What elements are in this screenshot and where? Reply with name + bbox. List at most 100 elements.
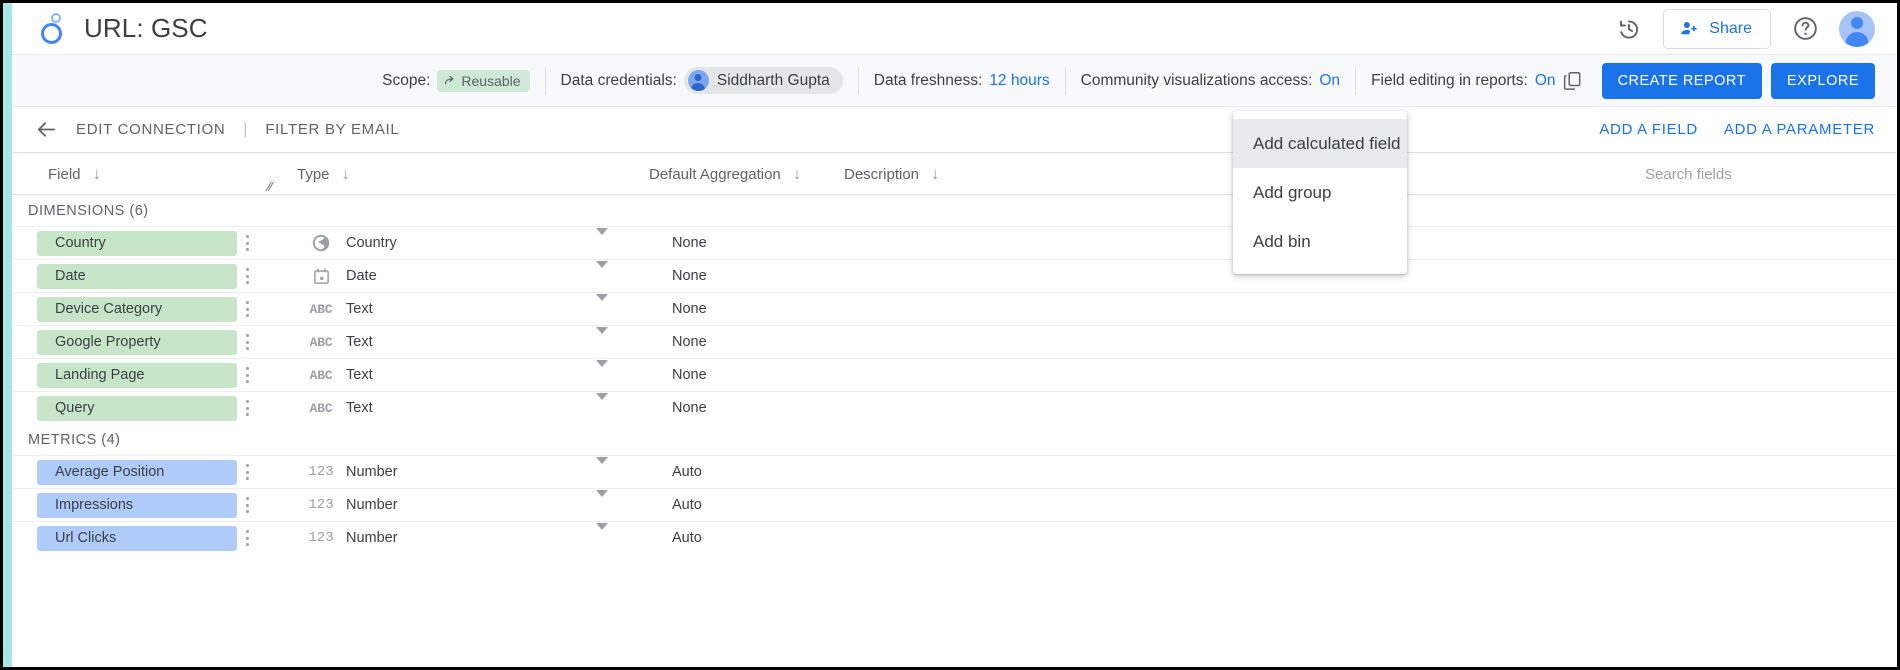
field-editing-value[interactable]: On	[1535, 72, 1556, 90]
globe-icon	[309, 231, 333, 255]
field-type-dropdown-icon[interactable]	[596, 393, 612, 417]
field-type-label: Text	[346, 400, 373, 416]
scope-chip[interactable]: Reusable	[437, 69, 530, 92]
field-type-dropdown-icon[interactable]	[596, 523, 612, 547]
default-aggregation-value[interactable]: None	[672, 301, 707, 317]
row-more-options-icon[interactable]	[240, 365, 254, 385]
header-actions: Share	[1609, 8, 1875, 49]
back-arrow-icon[interactable]	[34, 118, 58, 142]
field-name-chip[interactable]: Query	[37, 395, 237, 421]
connection-info-bar: Scope: Reusable Data credentials: Siddha…	[12, 55, 1897, 107]
table-row[interactable]: Google Property ABC Text None	[12, 325, 1897, 358]
field-action-bar: EDIT CONNECTION | FILTER BY EMAIL ADD A …	[12, 107, 1897, 153]
data-freshness-info: Data freshness: 12 hours	[859, 66, 1066, 95]
column-header-default-aggregation[interactable]: Default Aggregation ↓	[649, 153, 801, 195]
data-credentials-chip[interactable]: Siddharth Gupta	[683, 67, 843, 94]
field-type-label: Number	[346, 530, 398, 546]
explore-button[interactable]: EXPLORE	[1771, 62, 1875, 99]
field-name-chip[interactable]: Average Position	[37, 459, 237, 485]
default-aggregation-value[interactable]: None	[672, 400, 707, 416]
field-type-dropdown-icon[interactable]	[596, 228, 612, 252]
table-row[interactable]: Device Category ABC Text None	[12, 292, 1897, 325]
row-more-options-icon[interactable]	[240, 528, 254, 548]
number-123-icon: 123	[308, 497, 334, 513]
menu-item-add-bin[interactable]: Add bin	[1233, 217, 1407, 266]
row-more-options-icon[interactable]	[240, 332, 254, 352]
column-header-field[interactable]: Field ↓	[48, 153, 101, 195]
share-button[interactable]: Share	[1663, 8, 1771, 49]
copy-icon[interactable]	[1562, 70, 1593, 91]
section-label: METRICS (4)	[28, 431, 121, 448]
field-add-actions: ADD A FIELD ADD A PARAMETER	[1599, 121, 1875, 138]
search-input[interactable]	[1645, 165, 1875, 183]
row-more-options-icon[interactable]	[240, 398, 254, 418]
version-history-icon[interactable]	[1609, 9, 1649, 49]
row-more-options-icon[interactable]	[240, 266, 254, 286]
column-header-type[interactable]: Type ↓	[297, 153, 350, 195]
row-more-options-icon[interactable]	[240, 299, 254, 319]
table-row[interactable]: Url Clicks 123 Number Auto	[12, 521, 1897, 554]
default-aggregation-value[interactable]: None	[672, 367, 707, 383]
field-name-chip[interactable]: Date	[37, 263, 237, 289]
menu-item-add-group[interactable]: Add group	[1233, 168, 1407, 217]
table-row[interactable]: Landing Page ABC Text None	[12, 358, 1897, 391]
add-a-parameter-button[interactable]: ADD A PARAMETER	[1724, 121, 1875, 138]
table-row[interactable]: Impressions 123 Number Auto	[12, 488, 1897, 521]
field-editing-label: Field editing in reports:	[1371, 71, 1528, 89]
column-label: Field	[48, 165, 81, 183]
community-viz-value[interactable]: On	[1319, 72, 1340, 90]
field-type-dropdown-icon[interactable]	[596, 360, 612, 384]
left-accent-stripe	[3, 3, 12, 667]
field-name-chip[interactable]: Device Category	[37, 296, 237, 322]
default-aggregation-value[interactable]: Auto	[672, 497, 702, 513]
calendar-icon	[309, 264, 333, 288]
default-aggregation-value[interactable]: None	[672, 235, 707, 251]
edit-connection-button[interactable]: EDIT CONNECTION	[76, 121, 225, 138]
column-header-description[interactable]: Description ↓	[844, 153, 940, 195]
field-name-chip[interactable]: Landing Page	[37, 362, 237, 388]
default-aggregation-value[interactable]: None	[672, 268, 707, 284]
field-type-dropdown-icon[interactable]	[596, 261, 612, 285]
help-circle-icon[interactable]	[1785, 9, 1825, 49]
field-name-chip[interactable]: Url Clicks	[37, 525, 237, 551]
field-name-chip[interactable]: Google Property	[37, 329, 237, 355]
abc-text-icon: ABC	[309, 334, 333, 350]
fields-table-header: Field ↓ ⁄⁄ Type ↓ Default Aggregation ↓ …	[12, 153, 1897, 195]
add-a-field-button[interactable]: ADD A FIELD	[1599, 121, 1698, 138]
table-row[interactable]: Date Date None	[12, 259, 1897, 292]
scope-info: Scope: Reusable	[367, 66, 546, 95]
abc-text-icon: ABC	[309, 367, 333, 383]
create-report-button[interactable]: CREATE REPORT	[1601, 62, 1762, 99]
table-row[interactable]: Average Position 123 Number Auto	[12, 455, 1897, 488]
field-type-dropdown-icon[interactable]	[596, 490, 612, 514]
default-aggregation-value[interactable]: None	[672, 334, 707, 350]
avatar[interactable]	[1839, 10, 1875, 47]
column-resize-icon[interactable]: ⁄⁄	[268, 179, 272, 194]
field-name-chip[interactable]: Country	[37, 230, 237, 256]
data-credentials-label: Data credentials:	[560, 71, 677, 89]
field-type-dropdown-icon[interactable]	[596, 327, 612, 351]
field-name-chip[interactable]: Impressions	[37, 492, 237, 518]
row-more-options-icon[interactable]	[240, 462, 254, 482]
filter-by-email-button[interactable]: FILTER BY EMAIL	[265, 121, 399, 138]
table-row[interactable]: Query ABC Text None	[12, 391, 1897, 424]
field-type-label: Text	[346, 334, 373, 350]
field-type-dropdown-icon[interactable]	[596, 457, 612, 481]
menu-item-add-calculated-field[interactable]: Add calculated field	[1233, 119, 1407, 168]
row-more-options-icon[interactable]	[240, 233, 254, 253]
field-type-dropdown-icon[interactable]	[596, 294, 612, 318]
scope-label: Scope:	[382, 71, 431, 89]
add-field-menu: Add calculated field Add group Add bin	[1233, 111, 1407, 274]
row-more-options-icon[interactable]	[240, 495, 254, 515]
arrow-down-icon: ↓	[92, 164, 102, 183]
share-arrow-icon	[445, 75, 454, 85]
default-aggregation-value[interactable]: Auto	[672, 464, 702, 480]
share-label: Share	[1709, 19, 1752, 37]
data-freshness-value[interactable]: 12 hours	[989, 72, 1049, 90]
arrow-down-icon: ↓	[341, 164, 351, 183]
table-row[interactable]: Country Country None	[12, 226, 1897, 259]
default-aggregation-value[interactable]: Auto	[672, 530, 702, 546]
person-add-icon	[1681, 22, 1697, 35]
field-type-label: Text	[346, 301, 373, 317]
search-fields-wrap	[1645, 153, 1875, 195]
